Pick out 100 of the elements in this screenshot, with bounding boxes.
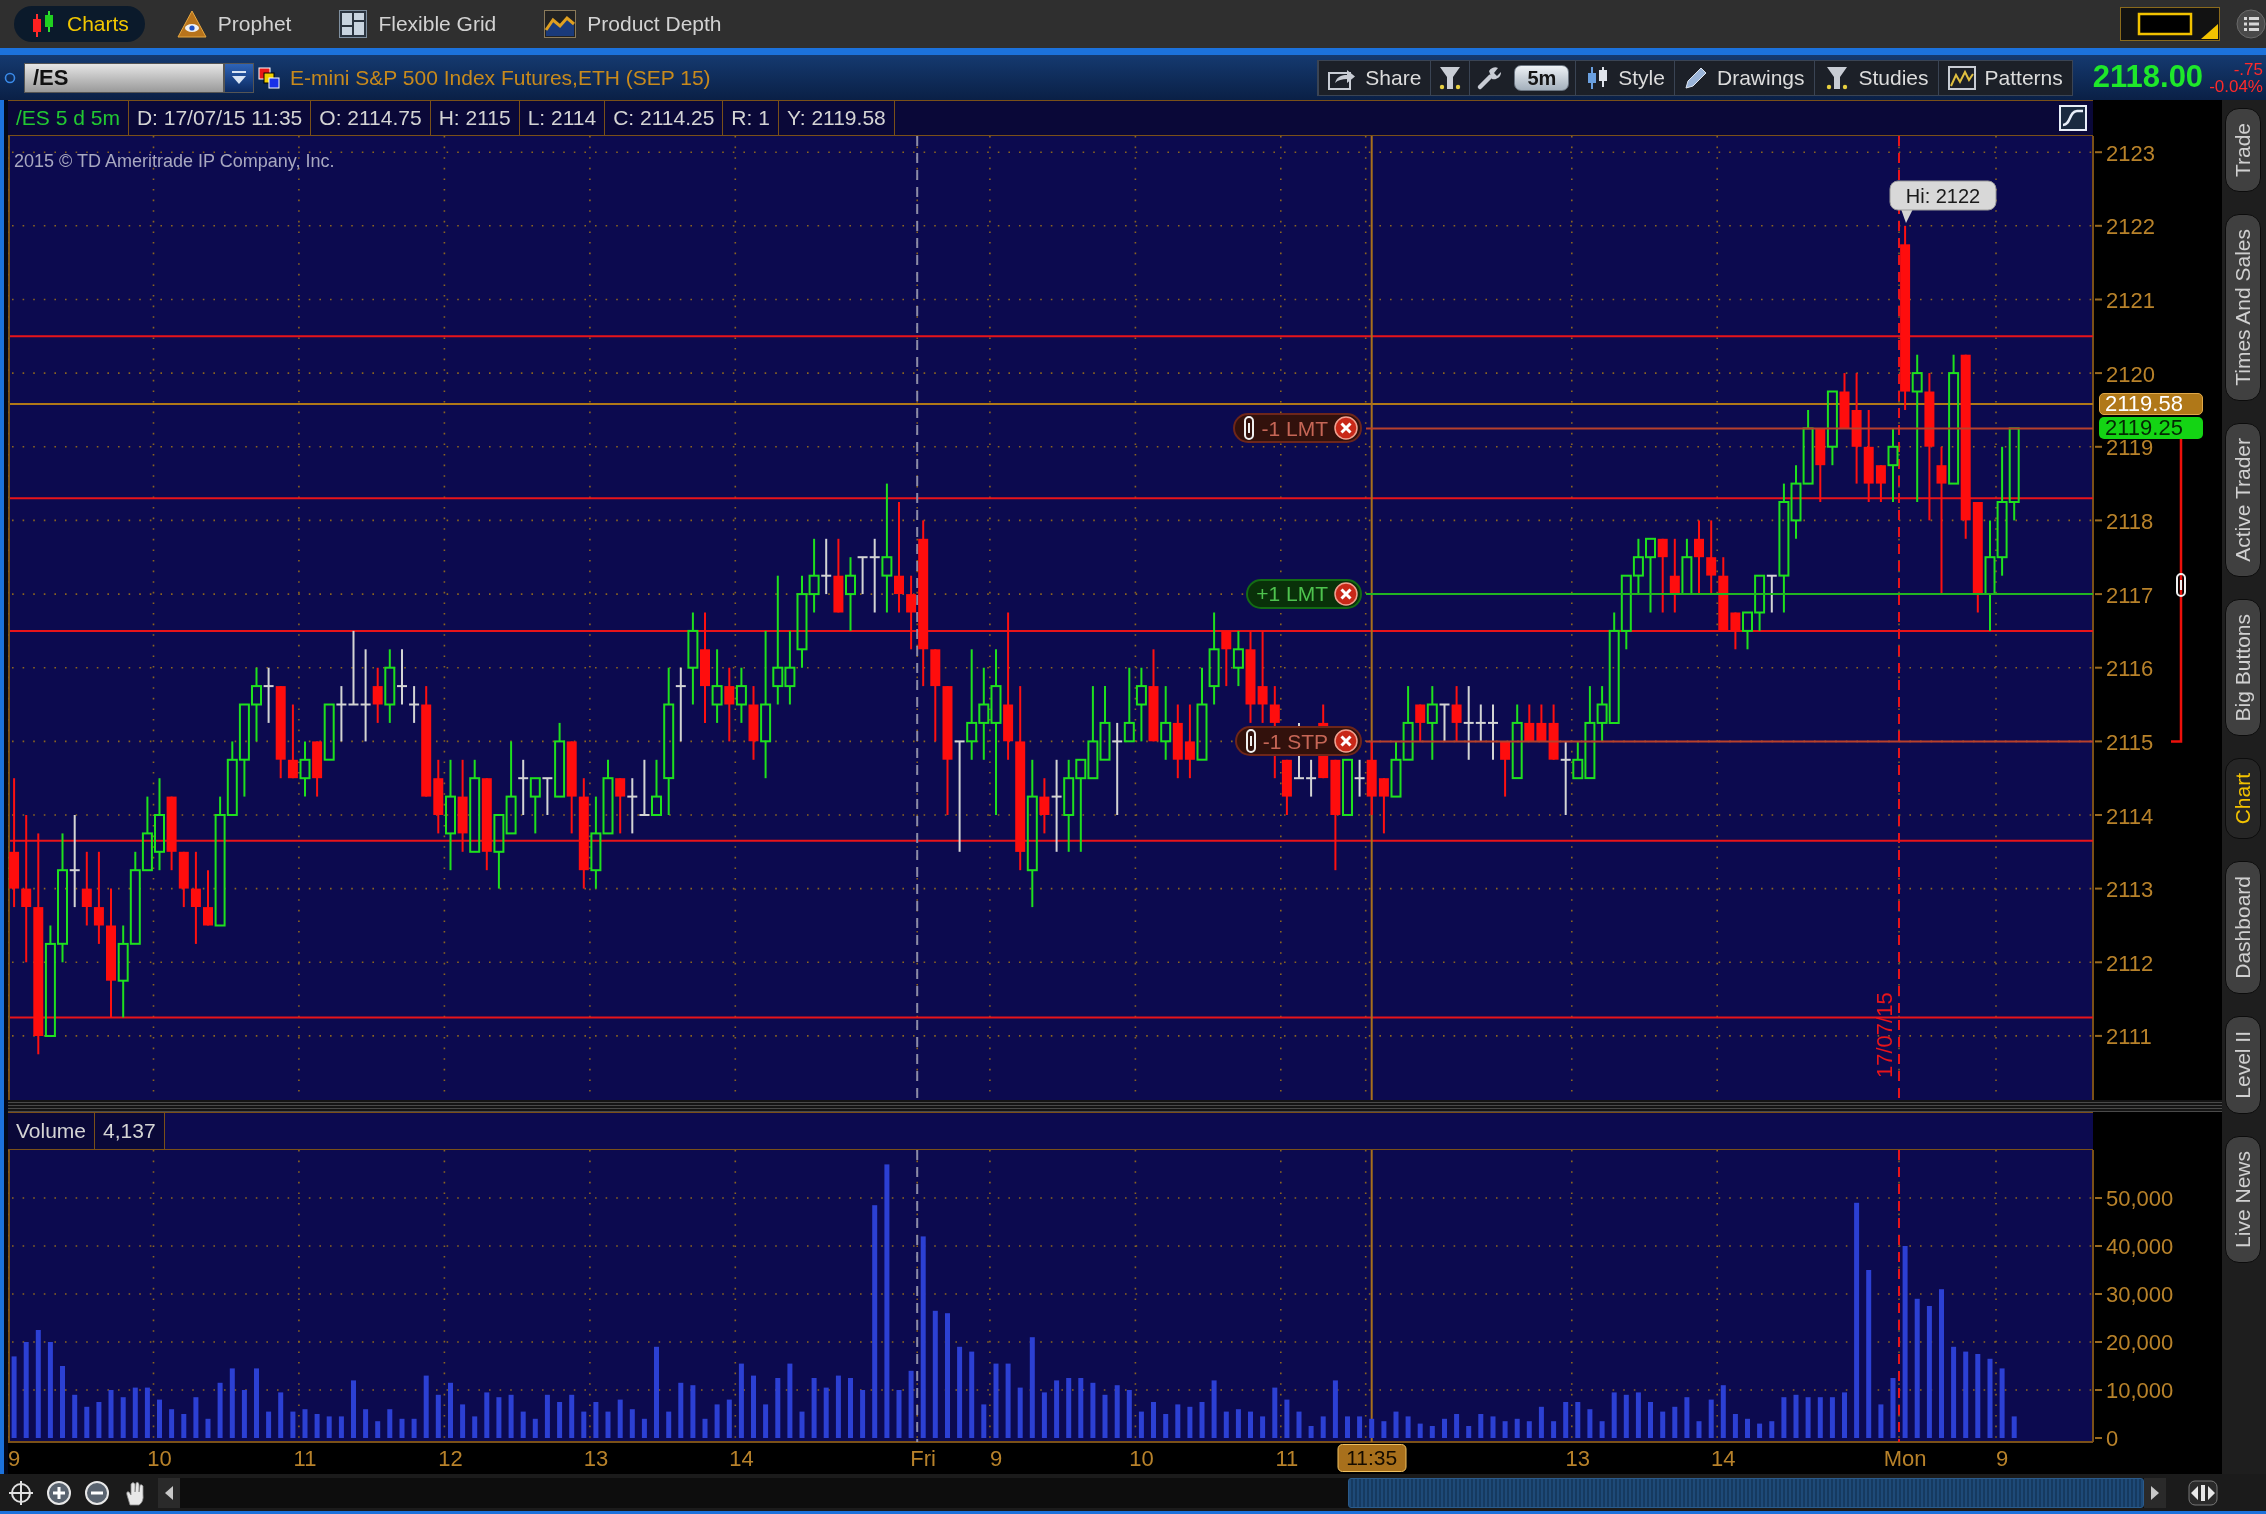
layout-button[interactable] xyxy=(2120,7,2220,41)
area-chart-icon xyxy=(544,10,577,38)
zoom-in-icon xyxy=(46,1479,72,1506)
tab[interactable]: Charts xyxy=(14,6,145,42)
drawings-button[interactable]: Drawings xyxy=(1673,60,1814,95)
caret-icon xyxy=(230,69,248,86)
axis-label: 10,000 xyxy=(2106,1377,2174,1403)
candlestick xyxy=(1681,537,1693,596)
candlestick xyxy=(638,758,651,816)
axis-label: 2118 xyxy=(2106,508,2154,534)
dropdown-button[interactable] xyxy=(224,62,254,93)
date-label: 17/07/15 xyxy=(1872,992,1897,1078)
side-tab[interactable]: Live News xyxy=(2225,1135,2261,1263)
axis-label: 30,000 xyxy=(2106,1281,2174,1307)
order-label[interactable]: -1 LMT xyxy=(1233,413,1362,444)
time-label: 14 xyxy=(1711,1446,1736,1471)
candlestick xyxy=(335,685,348,743)
time-label: Mon xyxy=(1883,1446,1927,1471)
annotation: Hi: 2122 xyxy=(1905,184,1981,207)
axis-label: 50,000 xyxy=(2106,1185,2174,1211)
candlestick xyxy=(323,703,335,761)
info-field: D: 17/07/15 11:35 xyxy=(128,101,312,135)
candlestick xyxy=(626,777,639,835)
price-badge: 2119.58 xyxy=(2099,393,2203,416)
list-icon xyxy=(2236,9,2266,39)
time-label: 13 xyxy=(1565,1446,1591,1471)
price-badge: 2119.25 xyxy=(2099,417,2203,440)
interval-button[interactable]: 5m xyxy=(1514,64,1570,91)
expand-icon xyxy=(2188,1479,2218,1506)
info-field: Y: 2119.58 xyxy=(778,101,895,135)
side-tab[interactable]: Active Trader xyxy=(2225,422,2261,577)
high-callout: Hi: 2122 xyxy=(1889,179,1998,224)
order-label[interactable]: -1 STP xyxy=(1234,726,1362,757)
axis-label: 2115 xyxy=(2106,729,2154,755)
side-tab[interactable]: Big Buttons xyxy=(2225,598,2261,736)
share-button[interactable]: Share xyxy=(1318,60,1431,95)
side-tab[interactable]: Dashboard xyxy=(2225,861,2261,995)
percent-change: -0.04% xyxy=(2209,77,2263,95)
style-button[interactable]: Style xyxy=(1575,60,1674,95)
side-tab[interactable]: Times And Sales xyxy=(2225,214,2261,401)
tab[interactable]: Product Depth xyxy=(528,6,738,42)
axis-label: 2112 xyxy=(2106,950,2154,976)
close-icon[interactable] xyxy=(1334,729,1358,754)
time-label: 13 xyxy=(583,1446,609,1471)
time-label: 11 xyxy=(1275,1446,1299,1471)
info-field: L: 2114 xyxy=(519,101,606,135)
crosshair-button[interactable] xyxy=(8,1479,34,1506)
chain-link-icon xyxy=(1244,729,1257,754)
time-label: Fri xyxy=(910,1446,937,1471)
zoom-out-icon xyxy=(84,1479,110,1506)
scrollbar-thumb[interactable] xyxy=(1348,1477,2144,1508)
axis-label: 2122 xyxy=(2106,214,2155,240)
expand-button[interactable] xyxy=(2188,1479,2218,1506)
menu-button[interactable] xyxy=(2236,9,2266,39)
axis-label: 2120 xyxy=(2106,361,2155,387)
scroll-right-button[interactable] xyxy=(2144,1477,2166,1508)
time-label: 9 xyxy=(989,1446,1003,1471)
ring-icon xyxy=(4,71,16,84)
candles-icon xyxy=(30,10,56,38)
order-label[interactable]: +1 LMT xyxy=(1246,579,1362,610)
info-field: H: 2115 xyxy=(430,101,520,135)
zoom-in-button[interactable] xyxy=(46,1479,72,1506)
grid-icon xyxy=(339,10,368,38)
instrument-title: E-mini S&P 500 Index Futures,ETH (SEP 15) xyxy=(290,64,711,91)
axis-label: 40,000 xyxy=(2106,1233,2174,1259)
candlestick xyxy=(820,537,833,596)
axis-label: 2111 xyxy=(2106,1024,2152,1050)
axis-label: 2117 xyxy=(2106,582,2154,608)
time-label: 9 xyxy=(8,1446,21,1471)
candlestick xyxy=(312,740,323,798)
zoom-out-button[interactable] xyxy=(84,1479,110,1506)
price-change: -.75 xyxy=(2233,60,2263,78)
right-arrow-icon xyxy=(2149,1484,2161,1501)
candlestick xyxy=(299,740,311,798)
time-label: 10 xyxy=(147,1446,172,1471)
tab[interactable]: Flexible Grid xyxy=(323,6,513,42)
tab[interactable]: Prophet xyxy=(160,6,308,42)
curve-icon xyxy=(2059,105,2087,131)
last-price: 2118.00 xyxy=(2092,58,2204,97)
patterns-button[interactable]: Patterns xyxy=(1937,60,2072,95)
candlestick xyxy=(1500,740,1511,798)
ref-line-label: -1 LMT xyxy=(1261,415,1328,442)
side-tab[interactable]: Level II xyxy=(2225,1016,2261,1114)
time-label: 12 xyxy=(438,1446,463,1471)
pyramid-icon xyxy=(176,10,207,38)
symbol-field[interactable]: /ES xyxy=(24,62,224,93)
chain-link-icon xyxy=(2175,572,2187,597)
volume-reading: 4,137 xyxy=(95,1113,165,1149)
close-icon[interactable] xyxy=(1334,416,1358,441)
chart-type-button[interactable] xyxy=(2059,105,2087,131)
scroll-left-button[interactable] xyxy=(158,1477,180,1508)
ref-line-label: -1 STP xyxy=(1262,728,1328,755)
side-tab[interactable]: Chart xyxy=(2225,758,2261,840)
chain-link-icon xyxy=(1243,416,1256,441)
studies-button[interactable]: Studies xyxy=(1813,60,1938,95)
side-tab[interactable]: Trade xyxy=(2225,108,2261,193)
close-icon[interactable] xyxy=(1334,582,1358,607)
candlestick xyxy=(1632,537,1644,596)
squares-icon xyxy=(258,66,280,89)
zigzag-chart-icon xyxy=(1947,65,1976,90)
